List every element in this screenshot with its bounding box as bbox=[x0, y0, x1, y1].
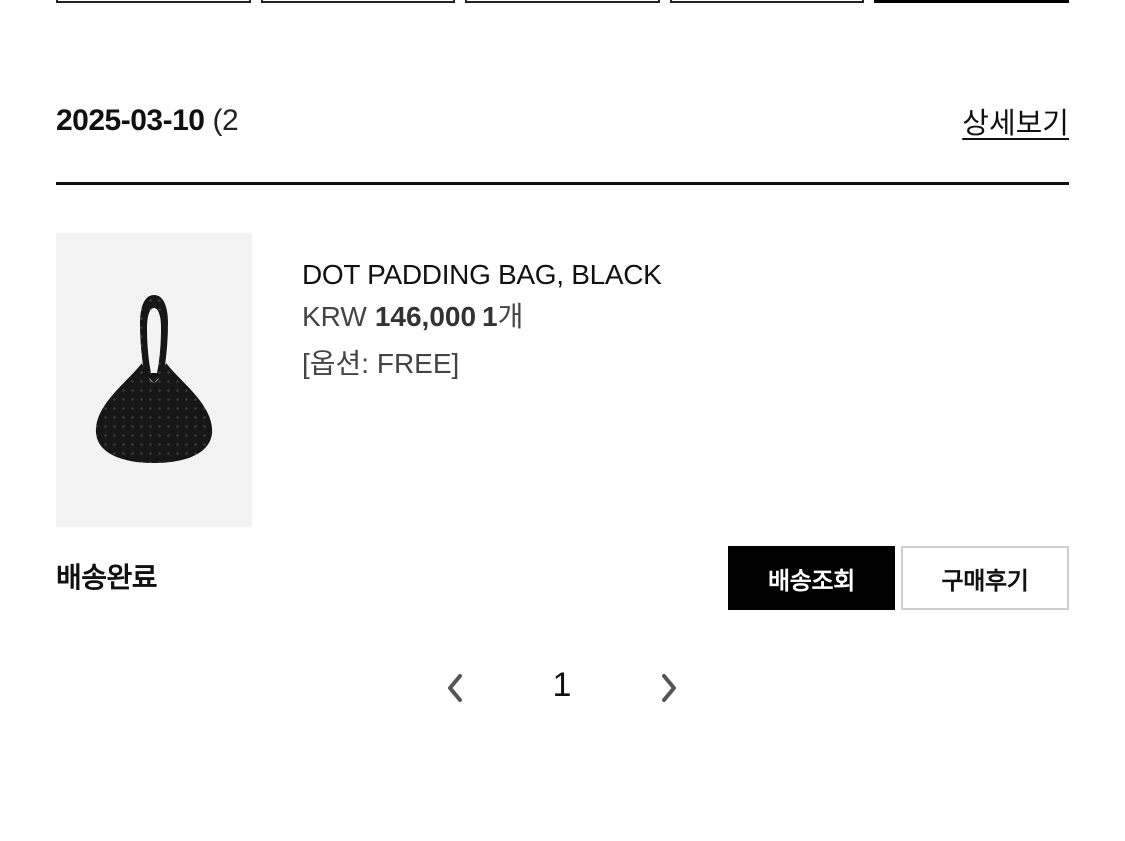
price-currency: KRW bbox=[302, 301, 367, 332]
period-tab-1[interactable] bbox=[56, 0, 251, 3]
chevron-left-icon[interactable] bbox=[436, 668, 476, 708]
write-review-button[interactable]: 구매후기 bbox=[901, 546, 1069, 610]
quantity-value: 1 bbox=[482, 301, 498, 332]
order-detail-link[interactable]: 상세보기 bbox=[962, 100, 1069, 142]
period-tab-4[interactable] bbox=[669, 0, 865, 3]
order-date: 2025-03-10 (2 bbox=[56, 104, 239, 138]
period-tab-3[interactable] bbox=[465, 0, 660, 3]
period-tab-5[interactable] bbox=[874, 0, 1069, 3]
price-amount: 146,000 bbox=[374, 301, 477, 332]
chevron-right-icon[interactable] bbox=[648, 668, 688, 708]
order-number-partial: (2 bbox=[212, 104, 239, 137]
order-divider bbox=[56, 182, 1069, 185]
track-delivery-button[interactable]: 배송조회 bbox=[728, 546, 895, 610]
period-filter-tabs bbox=[56, 0, 1069, 3]
quantity-unit: 개 bbox=[497, 301, 524, 332]
order-date-value: 2025-03-10 bbox=[56, 104, 205, 137]
product-info: DOT PADDING BAG, BLACK KRW 146,000 1개 [옵션:… bbox=[302, 255, 1002, 389]
pagination: 1 bbox=[430, 660, 695, 716]
delivery-status: 배송완료 bbox=[56, 562, 158, 593]
period-tab-2[interactable] bbox=[260, 0, 456, 3]
product-option: [옵션: FREE] bbox=[302, 348, 460, 379]
product-name[interactable]: DOT PADDING BAG, BLACK bbox=[302, 255, 1002, 295]
product-price-line: KRW 146,000 1개 bbox=[302, 295, 1002, 339]
hobo-bag-icon bbox=[95, 295, 213, 463]
product-thumbnail[interactable] bbox=[56, 233, 252, 527]
page-number-current[interactable]: 1 bbox=[542, 666, 582, 705]
order-header: 2025-03-10 (2 상세보기 bbox=[56, 96, 1069, 146]
